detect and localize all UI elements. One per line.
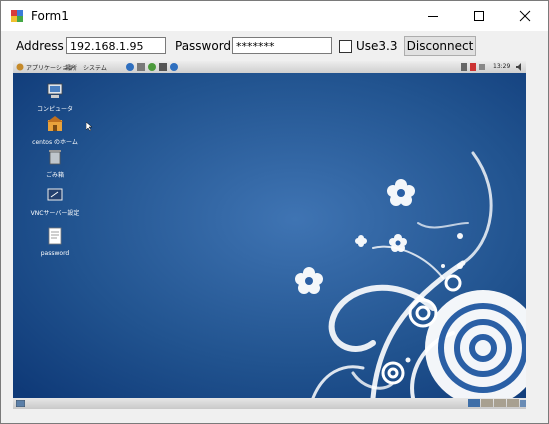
document-icon bbox=[48, 227, 62, 245]
computer-icon bbox=[47, 83, 63, 98]
remote-menu-places[interactable]: 場所 bbox=[65, 63, 77, 72]
workspace-4[interactable] bbox=[507, 399, 519, 407]
use33-checkbox[interactable] bbox=[339, 40, 352, 53]
workspace-1[interactable] bbox=[468, 399, 480, 407]
trash-applet-icon[interactable] bbox=[520, 400, 526, 407]
desktop-icon-label: VNCサーバー設定 bbox=[30, 210, 80, 217]
desktop-icon-label: ごみ箱 bbox=[45, 172, 64, 179]
desktop-icon-password[interactable]: password bbox=[25, 227, 85, 257]
vnc-server-icon bbox=[47, 188, 63, 201]
volume-icon[interactable] bbox=[515, 63, 523, 71]
title-bar: Form1 bbox=[1, 1, 548, 31]
desktop-icon-label: コンピュータ bbox=[36, 106, 73, 113]
password-label: Password bbox=[175, 39, 232, 53]
close-button[interactable] bbox=[502, 1, 548, 31]
minimize-icon bbox=[428, 16, 438, 17]
minimize-button[interactable] bbox=[410, 1, 456, 31]
remote-desktop-view[interactable]: アプリケーション 場所 システム 13:29 コンピュータ centos のホー… bbox=[13, 61, 526, 409]
remote-menu-system[interactable]: システム bbox=[83, 63, 107, 72]
launcher-icons[interactable] bbox=[125, 62, 183, 72]
maximize-icon bbox=[474, 11, 484, 21]
password-input[interactable]: ******* bbox=[232, 37, 332, 54]
desktop-icon-trash[interactable]: ごみ箱 bbox=[25, 149, 85, 179]
app-window: Form1 Address 192.168.1.95 Password ****… bbox=[0, 0, 549, 424]
address-label: Address bbox=[16, 39, 64, 53]
remote-top-panel: アプリケーション 場所 システム 13:29 bbox=[13, 61, 526, 73]
workspace-2[interactable] bbox=[481, 399, 493, 407]
show-desktop-icon[interactable] bbox=[16, 400, 25, 407]
form-app-icon bbox=[11, 10, 23, 22]
close-icon bbox=[519, 10, 531, 22]
use33-label[interactable]: Use3.3 bbox=[356, 39, 398, 53]
mouse-pointer-icon bbox=[86, 122, 93, 132]
maximize-button[interactable] bbox=[456, 1, 502, 31]
desktop-icon-computer[interactable]: コンピュータ bbox=[25, 83, 85, 113]
home-folder-icon bbox=[47, 116, 63, 131]
address-input[interactable]: 192.168.1.95 bbox=[66, 37, 166, 54]
desktop-icon-label: password bbox=[40, 250, 70, 257]
tray-icons[interactable] bbox=[461, 63, 485, 71]
trash-icon bbox=[49, 150, 61, 165]
window-title: Form1 bbox=[31, 9, 69, 23]
desktop-icon-vnc[interactable]: VNCサーバー設定 bbox=[25, 187, 85, 217]
workspace-3[interactable] bbox=[494, 399, 506, 407]
remote-bottom-panel bbox=[13, 398, 526, 409]
connection-toolbar: Address 192.168.1.95 Password ******* Us… bbox=[1, 31, 548, 61]
remote-clock: 13:29 bbox=[493, 63, 511, 70]
foot-menu-icon bbox=[16, 63, 24, 71]
disconnect-button[interactable]: Disconnect bbox=[404, 36, 476, 56]
desktop-icon-label: centos のホーム bbox=[32, 139, 78, 146]
desktop-icon-home[interactable]: centos のホーム bbox=[25, 116, 85, 146]
